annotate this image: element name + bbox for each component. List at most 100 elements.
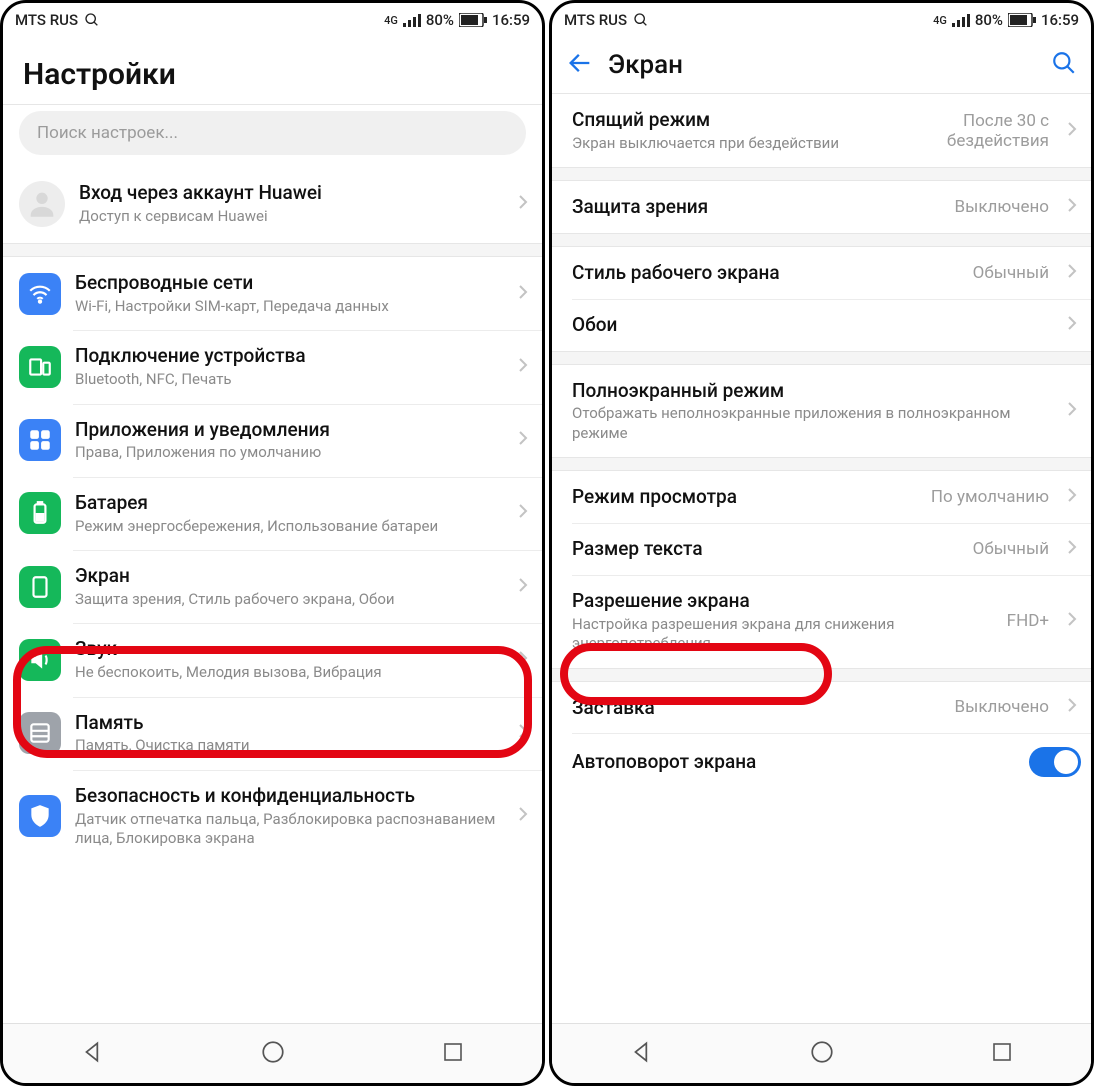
- nav-bar: [552, 1023, 1091, 1083]
- chevron-right-icon: [1063, 197, 1081, 217]
- chevron-right-icon: [1063, 263, 1081, 283]
- settings-item-wifi[interactable]: Беспроводные сетиWi-Fi, Настройки SIM-ка…: [3, 257, 542, 330]
- display-item[interactable]: Стиль рабочего экранаОбычный: [552, 247, 1091, 299]
- clock-label: 16:59: [1041, 11, 1079, 29]
- item-sub: Отображать неполноэкранные приложения в …: [572, 404, 1049, 443]
- item-title: Полноэкранный режим: [572, 379, 1049, 403]
- search-button[interactable]: [1051, 50, 1077, 80]
- chevron-right-icon: [514, 194, 532, 214]
- chevron-right-icon: [514, 806, 532, 826]
- search-icon: [633, 12, 649, 28]
- item-title: Беспроводные сети: [75, 271, 500, 295]
- chevron-right-icon: [514, 650, 532, 670]
- device-icon: [19, 346, 61, 388]
- item-title: Батарея: [75, 491, 500, 515]
- item-title: Заставка: [572, 696, 941, 720]
- item-title: Размер текста: [572, 537, 959, 561]
- display-item[interactable]: Обои: [552, 299, 1091, 351]
- settings-item-security[interactable]: Безопасность и конфиденциальностьДатчик …: [3, 770, 542, 863]
- toggle-switch[interactable]: [1029, 747, 1081, 777]
- nav-recent-icon[interactable]: [441, 1040, 465, 1068]
- status-bar: MTS RUS 4G 80% 16:59: [552, 3, 1091, 37]
- nav-recent-icon[interactable]: [990, 1040, 1014, 1068]
- item-title: Память: [75, 711, 500, 735]
- battery-icon: [1008, 13, 1036, 27]
- chevron-right-icon: [1063, 315, 1081, 335]
- item-value: Обычный: [973, 539, 1049, 559]
- settings-item-battery[interactable]: БатареяРежим энергосбережения, Использов…: [3, 477, 542, 550]
- nav-back-icon[interactable]: [80, 1039, 106, 1069]
- display-item[interactable]: Полноэкранный режимОтображать неполноэкр…: [552, 365, 1091, 458]
- apps-icon: [19, 419, 61, 461]
- page-title: Экран: [608, 50, 1037, 80]
- item-title: Режим просмотра: [572, 485, 917, 509]
- chevron-right-icon: [1063, 121, 1081, 141]
- phone-right: MTS RUS 4G 80% 16:59 Экран Спящий режимЭ…: [549, 0, 1094, 1086]
- chevron-right-icon: [1063, 697, 1081, 717]
- nav-bar: [3, 1023, 542, 1083]
- item-title: Экран: [75, 564, 500, 588]
- battery-percent-label: 80%: [426, 11, 454, 29]
- item-title: Автоповорот экрана: [572, 750, 1015, 774]
- settings-list[interactable]: Вход через аккаунт Huawei Доступ к серви…: [3, 165, 542, 1023]
- settings-item-storage[interactable]: ПамятьПамять, Очистка памяти: [3, 697, 542, 770]
- battery-icon: [459, 13, 487, 27]
- page-header: Экран: [552, 37, 1091, 93]
- chevron-right-icon: [514, 503, 532, 523]
- network-type-label: 4G: [384, 14, 398, 27]
- account-row[interactable]: Вход через аккаунт Huawei Доступ к серви…: [3, 165, 542, 243]
- settings-item-sound[interactable]: ЗвукНе беспокоить, Мелодия вызова, Вибра…: [3, 623, 542, 696]
- display-item[interactable]: Защита зрения Выключено: [552, 181, 1091, 233]
- item-title: Обои: [572, 313, 1049, 337]
- chevron-right-icon: [514, 284, 532, 304]
- item-sub: Права, Приложения по умолчанию: [75, 443, 500, 463]
- signal-icon: [952, 13, 970, 27]
- item-sub: Датчик отпечатка пальца, Разблокировка р…: [75, 810, 500, 849]
- item-sub: Защита зрения, Стиль рабочего экрана, Об…: [75, 590, 500, 610]
- chevron-right-icon: [514, 723, 532, 743]
- chevron-right-icon: [1063, 611, 1081, 631]
- item-value: Выключено: [955, 197, 1049, 217]
- clock-label: 16:59: [492, 11, 530, 29]
- display-item[interactable]: Автоповорот экрана: [552, 733, 1091, 791]
- item-title: Защита зрения: [572, 195, 941, 219]
- nav-home-icon[interactable]: [809, 1039, 835, 1069]
- item-sub: Экран выключается при бездействии: [572, 134, 933, 154]
- search-input[interactable]: Поиск настроек...: [19, 111, 526, 155]
- display-item[interactable]: Размер текста Обычный: [552, 523, 1091, 575]
- sound-icon: [19, 639, 61, 681]
- carrier-label: MTS RUS: [564, 11, 627, 29]
- display-item[interactable]: Режим просмотраПо умолчанию: [552, 471, 1091, 523]
- item-sub: Wi-Fi, Настройки SIM-карт, Передача данн…: [75, 297, 500, 317]
- back-button[interactable]: [566, 49, 594, 81]
- settings-item-display[interactable]: ЭкранЗащита зрения, Стиль рабочего экран…: [3, 550, 542, 623]
- display-item[interactable]: ЗаставкаВыключено: [552, 682, 1091, 734]
- chevron-right-icon: [1063, 401, 1081, 421]
- settings-item-device[interactable]: Подключение устройстваBluetooth, NFC, Пе…: [3, 330, 542, 403]
- item-title: Спящий режим: [572, 108, 933, 132]
- search-icon: [84, 12, 100, 28]
- display-item[interactable]: Разрешение экранаНастройка разрешения эк…: [552, 575, 1091, 668]
- security-icon: [19, 795, 61, 837]
- nav-back-icon[interactable]: [629, 1039, 655, 1069]
- display-item[interactable]: Спящий режимЭкран выключается при бездей…: [552, 94, 1091, 167]
- nav-home-icon[interactable]: [260, 1039, 286, 1069]
- item-sub: Режим энергосбережения, Использование ба…: [75, 517, 500, 537]
- account-sub: Доступ к сервисам Huawei: [79, 207, 500, 227]
- page-title: Настройки: [23, 57, 522, 92]
- chevron-right-icon: [514, 357, 532, 377]
- chevron-right-icon: [514, 577, 532, 597]
- chevron-right-icon: [1063, 539, 1081, 559]
- display-settings-list[interactable]: Спящий режимЭкран выключается при бездей…: [552, 94, 1091, 1023]
- item-sub: Настройка разрешения экрана для снижения…: [572, 615, 993, 654]
- phone-left: MTS RUS 4G 80% 16:59 Настройки Поиск нас…: [0, 0, 545, 1086]
- search-placeholder: Поиск настроек...: [37, 123, 178, 143]
- item-title: Стиль рабочего экрана: [572, 261, 959, 285]
- carrier-label: MTS RUS: [15, 11, 78, 29]
- item-sub: Память, Очистка памяти: [75, 736, 500, 756]
- signal-icon: [403, 13, 421, 27]
- settings-item-apps[interactable]: Приложения и уведомленияПрава, Приложени…: [3, 404, 542, 477]
- item-value: После 30 с бездействия: [947, 111, 1049, 151]
- item-title: Разрешение экрана: [572, 589, 993, 613]
- item-sub: Не беспокоить, Мелодия вызова, Вибрация: [75, 663, 500, 683]
